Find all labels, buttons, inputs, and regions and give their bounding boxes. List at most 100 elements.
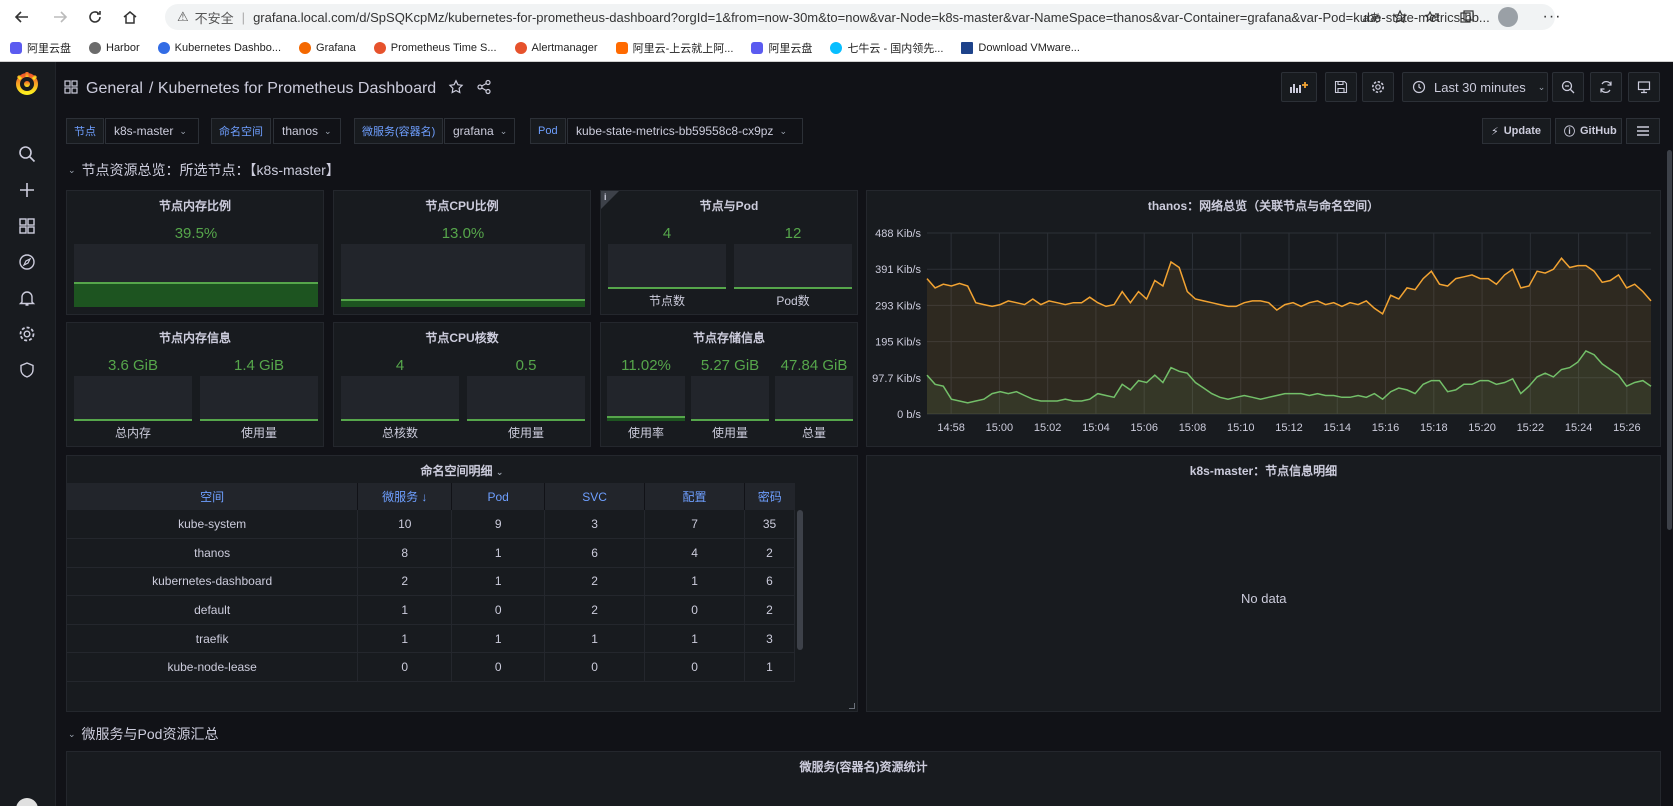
panel-node-cpu-ratio[interactable]: 节点CPU比例 13.0% [333, 190, 591, 315]
bookmark-icon [157, 41, 170, 54]
page-scrollbar[interactable] [1667, 150, 1672, 530]
panel-node-memory-ratio[interactable]: 节点内存比例 39.5% [66, 190, 324, 315]
x-tick-label: 15:02 [1034, 422, 1062, 434]
time-range-picker[interactable]: Last 30 minutes ⌄ [1402, 72, 1548, 102]
panel-namespace-detail[interactable]: 命名空间明细 ⌄ 空间 微服务 ↓ Pod SVC 配置 密码 kube-sys… [66, 455, 858, 712]
row-header-node-overview[interactable]: ⌄ 节点资源总览：所选节点：【k8s-master】 [68, 160, 340, 180]
network-timeseries-chart[interactable]: 0 b/s 97.7 Kib/s 195 Kib/s 293 Kib/s 391 Kib… [867, 191, 1660, 446]
chevron-down-icon: ⌄ [495, 467, 504, 477]
configuration-gear-icon[interactable] [16, 323, 38, 345]
panel-node-storage-info[interactable]: 节点存储信息 11.02% 5.27 GiB 47.84 GiB 使用率 使用量… [600, 322, 858, 447]
var-select-namespace[interactable]: thanos ⌄ [273, 118, 341, 144]
panel-node-cpu-cores[interactable]: 节点CPU核数 4 0.5 总核数 使用量 [333, 322, 591, 447]
bar-gauge [775, 376, 853, 421]
y-tick-label: 293 Kib/s [875, 300, 921, 312]
bookmark[interactable]: Download VMware... [961, 41, 1080, 54]
var-select-pod[interactable]: kube-state-metrics-bb59558c8-cx9pz ⌄ [567, 118, 803, 144]
panel-node-and-pod[interactable]: i 节点与Pod 4 12 节点数 Pod数 [600, 190, 858, 315]
column-header-services[interactable]: 微服务 ↓ [357, 483, 453, 510]
home-icon[interactable] [118, 5, 142, 29]
panel-network-overview[interactable]: thanos：网络总览（关联节点与命名空间） 0 b/s 97.7 Kib/s 19… [866, 190, 1661, 447]
chevron-down-icon: ⌄ [179, 125, 187, 136]
table-cell: 2 [357, 567, 453, 597]
panel-node-detail[interactable]: k8s-master：节点信息明细 No data [866, 455, 1661, 712]
var-label-container: 微服务(容器名) [354, 118, 444, 144]
panel-resize-handle[interactable] [849, 703, 855, 709]
panel-node-memory-info[interactable]: 节点内存信息 3.6 GiB 1.4 GiB 总内存 使用量 [66, 322, 324, 447]
user-avatar[interactable] [16, 798, 38, 806]
bookmark[interactable]: 阿里云-上云就上阿... [615, 40, 733, 56]
reload-icon[interactable] [83, 5, 107, 29]
back-icon[interactable] [10, 5, 34, 29]
refresh-button[interactable] [1590, 72, 1622, 102]
explore-compass-icon[interactable] [16, 251, 38, 273]
update-link-button[interactable]: ⚡ Update [1482, 118, 1551, 144]
read-aloud-icon[interactable]: aあ [1360, 5, 1384, 29]
more-options-icon[interactable]: ··· [1540, 5, 1564, 29]
share-icon[interactable] [476, 79, 492, 100]
save-icon [1334, 80, 1348, 94]
server-admin-shield-icon[interactable] [16, 359, 38, 381]
table-scrollbar[interactable] [797, 510, 803, 650]
table-header-row: 空间 微服务 ↓ Pod SVC 配置 密码 [67, 483, 795, 510]
column-header-configmaps[interactable]: 配置 [644, 483, 745, 510]
dashboard-settings-button[interactable] [1362, 72, 1394, 102]
profile-avatar[interactable] [1496, 5, 1520, 29]
menu-button[interactable] [1626, 118, 1660, 144]
search-icon[interactable] [16, 143, 38, 165]
address-bar[interactable]: ⚠ 不安全 | grafana.local.com/d/SpSQKcpMz/ku… [165, 4, 1555, 30]
bookmark[interactable]: 七牛云 - 国内领先... [830, 40, 943, 56]
panel-service-resource-stats[interactable]: 微服务(容器名)资源统计 [66, 751, 1661, 806]
stat-value-pods: 12 [784, 225, 802, 242]
dashboard-grid-icon [64, 79, 78, 99]
folder-link[interactable]: General [86, 80, 143, 98]
dashboard-title[interactable]: / Kubernetes for Prometheus Dashboard [149, 80, 436, 98]
forward-icon[interactable] [48, 5, 72, 29]
tv-mode-button[interactable] [1628, 72, 1660, 102]
browser-chrome: ⚠ 不安全 | grafana.local.com/d/SpSQKcpMz/ku… [0, 0, 1673, 62]
table-cell: 1 [451, 624, 546, 654]
bookmark[interactable]: Kubernetes Dashbo... [157, 41, 281, 54]
bookmark[interactable]: Grafana [299, 41, 356, 54]
column-header-namespace[interactable]: 空间 [67, 483, 359, 510]
stat-value-used-storage: 5.27 GiB [700, 357, 760, 374]
column-header-svc[interactable]: SVC [544, 483, 646, 510]
add-panel-button[interactable] [1281, 72, 1317, 102]
table-cell: kube-system [67, 510, 359, 540]
table-row: kubernetes-dashboard 2 1 2 1 6 [67, 567, 795, 597]
var-select-node[interactable]: k8s-master ⌄ [105, 118, 199, 144]
table-cell: kube-node-lease [67, 652, 359, 683]
table-row: kube-node-lease 0 0 0 0 1 [67, 652, 795, 683]
table-cell: 2 [544, 567, 646, 597]
bookmark[interactable]: Alertmanager [514, 41, 598, 54]
star-icon[interactable] [448, 78, 464, 100]
alerting-bell-icon[interactable] [16, 287, 38, 309]
row-header-service-pod-summary[interactable]: ⌄ 微服务与Pod资源汇总 [68, 724, 218, 744]
x-tick-label: 15:14 [1324, 422, 1352, 434]
save-dashboard-button[interactable] [1325, 72, 1357, 102]
create-plus-icon[interactable] [16, 179, 38, 201]
bar-gauge-fill [607, 416, 685, 421]
table-row: traefik 1 1 1 1 3 [67, 624, 795, 654]
panel-title[interactable]: 命名空间明细 ⌄ [67, 462, 857, 479]
bookmark[interactable]: 阿里云盘 [10, 40, 71, 56]
column-header-secrets[interactable]: 密码 [744, 483, 795, 510]
var-select-container[interactable]: grafana ⌄ [444, 118, 515, 144]
x-tick-label: 14:58 [937, 422, 965, 434]
stat-value-total-storage: 47.84 GiB [780, 357, 848, 374]
dashboards-icon[interactable] [16, 215, 38, 237]
grafana-logo-icon[interactable] [14, 70, 40, 96]
bookmark[interactable]: 阿里云盘 [751, 40, 812, 56]
chevron-down-icon: ⌄ [68, 728, 76, 739]
bookmark[interactable]: Prometheus Time S... [373, 41, 497, 54]
x-tick-label: 15:24 [1565, 422, 1593, 434]
zoom-out-button[interactable] [1552, 72, 1584, 102]
github-link-button[interactable]: ⓘ GitHub [1555, 118, 1622, 144]
x-tick-label: 15:10 [1227, 422, 1255, 434]
collections-icon[interactable] [1455, 5, 1479, 29]
add-favorite-icon[interactable] [1388, 5, 1412, 29]
bookmark[interactable]: Harbor [89, 41, 140, 54]
favorites-icon[interactable] [1420, 5, 1444, 29]
column-header-pods[interactable]: Pod [451, 483, 546, 510]
x-tick-label: 15:04 [1082, 422, 1110, 434]
